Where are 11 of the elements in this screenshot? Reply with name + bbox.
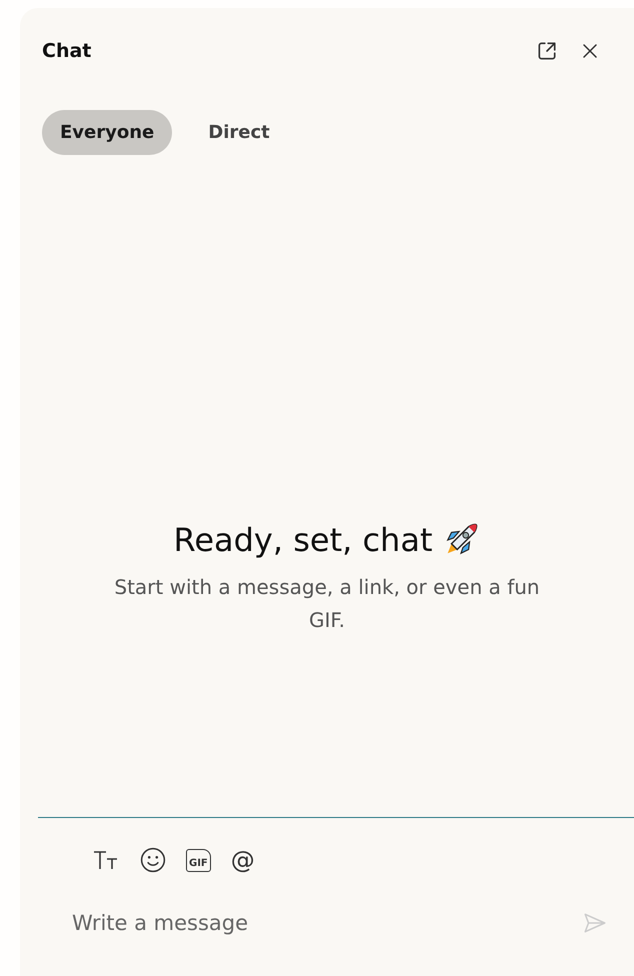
tab[interactable]: Direct [190,110,288,155]
gif-button[interactable]: GIF [186,848,211,872]
pop-out-icon[interactable] [536,40,558,62]
mention-button[interactable]: @ [230,847,255,873]
tab[interactable]: Everyone [42,110,172,155]
panel-title: Chat [42,40,92,62]
empty-state-heading: Ready, set, chat [174,520,432,558]
message-input[interactable]: Write a message [70,910,582,936]
emoji-icon[interactable] [140,847,166,873]
empty-state-text: Start with a message, a link, or even a fun GIF. [113,574,541,634]
text-format-icon[interactable] [92,848,120,872]
